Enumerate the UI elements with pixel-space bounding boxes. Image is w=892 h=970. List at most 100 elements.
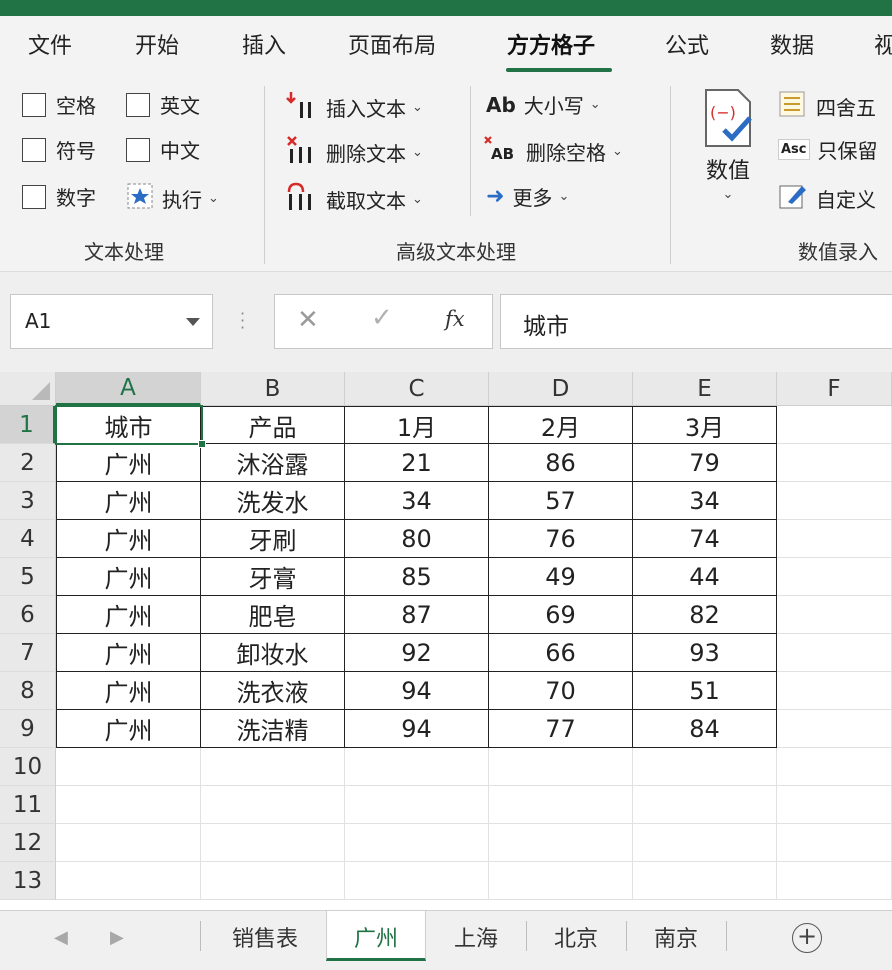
checkbox-box[interactable] [22, 184, 46, 209]
checkbox-number[interactable]: 数字 [22, 182, 96, 211]
name-box[interactable]: A1 [10, 294, 213, 349]
tab-view[interactable]: 视 [874, 28, 892, 60]
table-cell[interactable] [345, 786, 489, 824]
row-header[interactable]: 8 [0, 672, 56, 710]
row-header[interactable]: 6 [0, 596, 56, 634]
table-cell[interactable] [633, 748, 777, 786]
row-header[interactable]: 12 [0, 824, 56, 862]
table-cell[interactable]: 肥皂 [201, 596, 345, 634]
table-cell[interactable] [777, 444, 892, 482]
table-cell[interactable]: 79 [633, 444, 777, 482]
table-cell[interactable]: 49 [489, 558, 633, 596]
table-cell[interactable]: 57 [489, 482, 633, 520]
table-cell[interactable]: 牙膏 [201, 558, 345, 596]
table-cell[interactable]: 86 [489, 444, 633, 482]
table-cell[interactable] [489, 824, 633, 862]
table-cell[interactable]: 卸妆水 [201, 634, 345, 672]
checkbox-box[interactable] [126, 92, 150, 117]
keep-only-button[interactable]: Asc 只保留 [778, 135, 878, 164]
table-cell[interactable]: 80 [345, 520, 489, 558]
table-cell[interactable]: 广州 [56, 520, 201, 558]
spreadsheet-grid[interactable]: A B C D E F 1 2 3 4 5 6 7 8 9 10 11 12 13 城市 产品 1月 2月 3月 广州 沐浴露 21… [0, 372, 892, 910]
table-cell[interactable] [777, 482, 892, 520]
table-cell[interactable] [633, 786, 777, 824]
table-cell[interactable]: 2月 [489, 406, 633, 444]
row-header[interactable]: 11 [0, 786, 56, 824]
row-header[interactable]: 2 [0, 444, 56, 482]
fill-handle[interactable] [198, 440, 206, 448]
table-cell[interactable]: 66 [489, 634, 633, 672]
more-options-icon[interactable]: · · · [240, 306, 246, 336]
table-cell[interactable] [777, 634, 892, 672]
table-cell[interactable]: 76 [489, 520, 633, 558]
tab-file[interactable]: 文件 [28, 28, 72, 60]
execute-button[interactable]: 执行 ⌄ [126, 182, 219, 215]
table-cell[interactable]: 74 [633, 520, 777, 558]
tab-data[interactable]: 数据 [770, 28, 814, 60]
row-header[interactable]: 1 [0, 406, 56, 444]
tab-insert[interactable]: 插入 [242, 28, 286, 60]
table-cell[interactable]: 94 [345, 710, 489, 748]
tab-home[interactable]: 开始 [135, 28, 179, 60]
table-cell[interactable]: 广州 [56, 672, 201, 710]
column-header[interactable]: D [489, 372, 633, 406]
delete-text-button[interactable]: 删除文本 ⌄ [286, 135, 423, 170]
table-cell[interactable] [345, 824, 489, 862]
table-cell[interactable] [777, 406, 892, 444]
row-header[interactable]: 13 [0, 862, 56, 900]
table-cell[interactable] [345, 862, 489, 900]
remove-spaces-button[interactable]: AB 删除空格 ⌄ [484, 135, 623, 168]
column-header[interactable]: C [345, 372, 489, 406]
table-cell[interactable]: 85 [345, 558, 489, 596]
table-cell[interactable]: 34 [633, 482, 777, 520]
table-cell[interactable]: 34 [345, 482, 489, 520]
column-header[interactable]: A [56, 372, 201, 406]
table-cell[interactable]: 93 [633, 634, 777, 672]
table-cell[interactable]: 84 [633, 710, 777, 748]
case-button[interactable]: Ab 大小写 ⌄ [486, 90, 601, 119]
round-button[interactable]: 四舍五 [778, 90, 876, 123]
sheet-tab-sales[interactable]: 销售表 [206, 911, 324, 961]
table-cell[interactable]: 产品 [201, 406, 345, 444]
sheet-tab-guangzhou[interactable]: 广州 [326, 911, 426, 961]
row-header[interactable]: 7 [0, 634, 56, 672]
table-cell[interactable] [489, 786, 633, 824]
table-cell[interactable] [777, 672, 892, 710]
table-cell[interactable]: 广州 [56, 558, 201, 596]
checkbox-english[interactable]: 英文 [126, 90, 200, 119]
table-cell[interactable] [489, 748, 633, 786]
sheet-tab-shanghai[interactable]: 上海 [428, 911, 524, 961]
tab-page-layout[interactable]: 页面布局 [348, 28, 436, 60]
column-header[interactable]: B [201, 372, 345, 406]
table-cell[interactable] [777, 710, 892, 748]
table-cell[interactable] [777, 748, 892, 786]
confirm-icon[interactable]: ✓ [371, 303, 393, 333]
table-cell[interactable] [633, 824, 777, 862]
table-cell[interactable] [777, 786, 892, 824]
table-cell[interactable] [201, 824, 345, 862]
checkbox-space[interactable]: 空格 [22, 90, 96, 119]
checkbox-box[interactable] [126, 137, 150, 162]
table-cell[interactable]: 洗衣液 [201, 672, 345, 710]
table-cell[interactable] [56, 824, 201, 862]
checkbox-symbol[interactable]: 符号 [22, 135, 96, 164]
table-cell[interactable] [201, 748, 345, 786]
table-cell[interactable] [489, 862, 633, 900]
insert-text-button[interactable]: 插入文本 ⌄ [286, 90, 423, 125]
table-cell[interactable] [201, 862, 345, 900]
table-cell[interactable] [633, 862, 777, 900]
table-cell[interactable]: 沐浴露 [201, 444, 345, 482]
row-header[interactable]: 10 [0, 748, 56, 786]
table-cell[interactable]: 1月 [345, 406, 489, 444]
table-cell[interactable]: 70 [489, 672, 633, 710]
table-cell[interactable] [777, 520, 892, 558]
tab-formulas[interactable]: 公式 [665, 28, 709, 60]
fx-icon[interactable]: fx [445, 307, 465, 331]
checkbox-box[interactable] [22, 92, 46, 117]
table-cell[interactable]: 广州 [56, 482, 201, 520]
table-cell[interactable]: 洗洁精 [201, 710, 345, 748]
table-cell[interactable]: 51 [633, 672, 777, 710]
table-cell[interactable] [56, 748, 201, 786]
table-cell[interactable]: 44 [633, 558, 777, 596]
table-cell[interactable] [56, 862, 201, 900]
